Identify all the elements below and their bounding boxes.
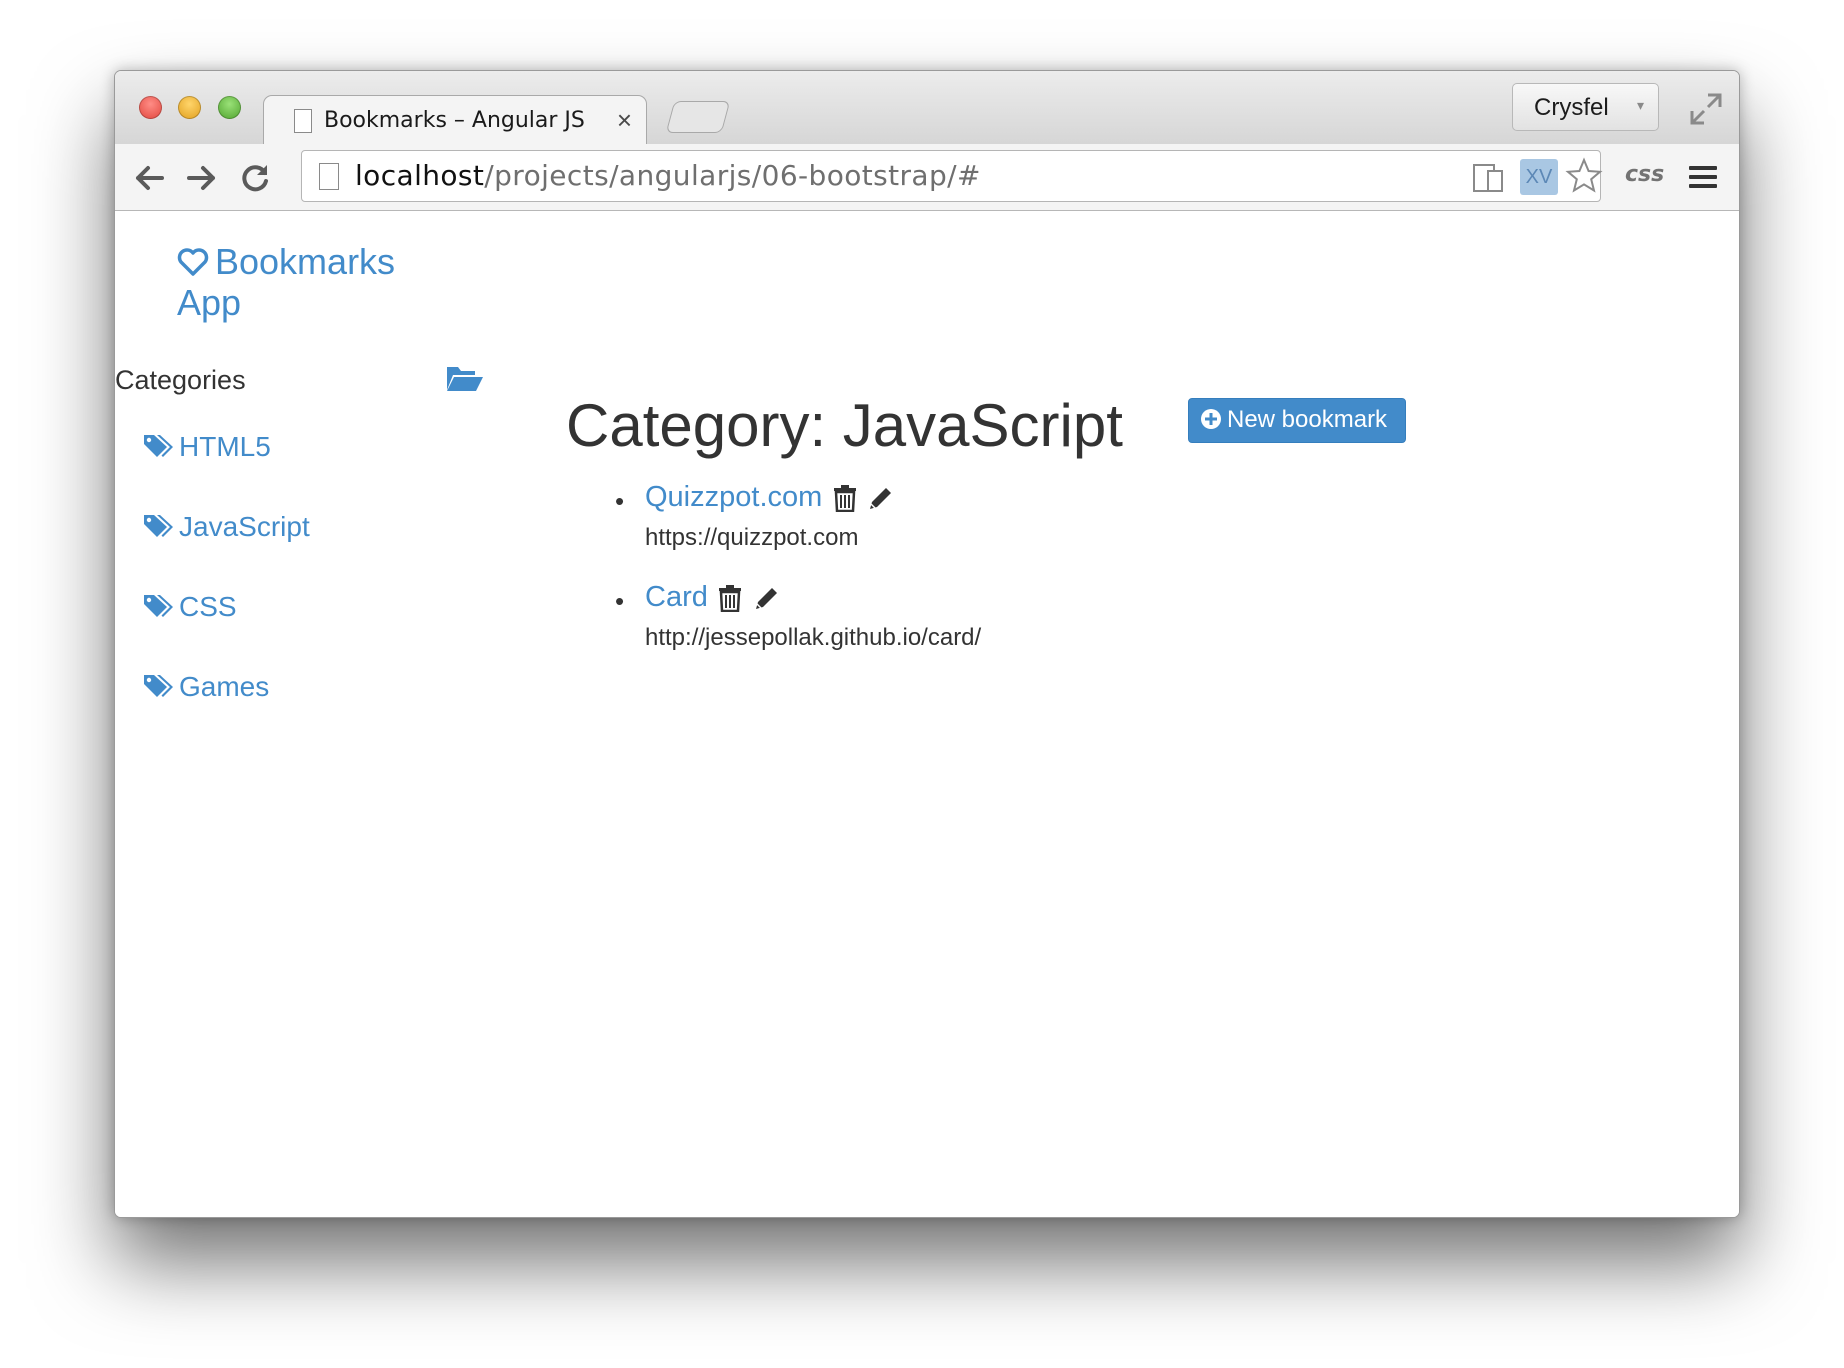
page-icon [294, 109, 312, 133]
categories-label: Categories [115, 365, 246, 395]
chevron-down-icon: ▾ [1636, 97, 1644, 113]
profile-button[interactable]: Crysfel ▾ [1512, 83, 1659, 131]
trash-icon[interactable] [833, 484, 857, 512]
fullscreen-icon[interactable] [1686, 89, 1726, 129]
bookmark-title-link[interactable]: Quizzpot.com [645, 481, 822, 513]
tab-strip: Bookmarks – Angular JS × Crysfel ▾ [115, 71, 1739, 147]
category-label: JavaScript [179, 511, 310, 542]
tag-icon [144, 515, 173, 537]
url-host: localhost [355, 159, 485, 192]
menu-icon[interactable] [1687, 161, 1719, 193]
new-bookmark-button[interactable]: New bookmark [1188, 398, 1406, 443]
bookmark-url: https://quizzpot.com [645, 524, 859, 551]
category-label: Games [179, 671, 270, 702]
pencil-icon[interactable] [867, 484, 893, 512]
profile-name: Crysfel [1534, 94, 1609, 121]
address-bar[interactable]: localhost/projects/angularjs/06-bootstra… [301, 150, 1603, 202]
new-tab-button[interactable] [665, 101, 731, 133]
browser-window: Bookmarks – Angular JS × Crysfel ▾ local… [114, 70, 1740, 1218]
page-icon [319, 163, 339, 190]
reload-icon[interactable] [238, 161, 272, 195]
xv-extension-button[interactable]: XV [1520, 159, 1558, 195]
tag-icon [144, 595, 173, 617]
trash-icon[interactable] [718, 584, 742, 612]
new-bookmark-label: New bookmark [1227, 406, 1388, 433]
category-item-javascript[interactable]: JavaScript [143, 511, 310, 591]
bookmark-url: http://jessepollak.github.io/card/ [645, 624, 982, 651]
list-bullet: • [615, 486, 625, 516]
tab-bookmarks[interactable]: Bookmarks – Angular JS × [263, 95, 647, 147]
window-minimize-button[interactable] [178, 96, 201, 119]
list-item: • Card http://jessepollak.github.io/card… [615, 581, 982, 681]
star-icon[interactable] [1565, 157, 1603, 195]
brand-line1: Bookmarks [215, 241, 396, 282]
brand-line2: App [177, 282, 242, 323]
page-content: Bookmarks App Categories HTML5 JavaScrip… [115, 211, 1739, 1217]
tab-title: Bookmarks – Angular JS [324, 108, 585, 133]
back-arrow-icon[interactable] [132, 161, 166, 195]
category-label: HTML5 [179, 431, 271, 462]
tag-icon [144, 675, 173, 697]
url-text[interactable]: localhost/projects/angularjs/06-bootstra… [355, 159, 981, 192]
tag-icon [144, 435, 173, 457]
category-item-html5[interactable]: HTML5 [143, 431, 310, 511]
plus-circle-icon [1201, 409, 1221, 429]
list-bullet: • [615, 586, 625, 616]
category-item-games[interactable]: Games [143, 671, 310, 751]
window-maximize-button[interactable] [218, 96, 241, 119]
category-list: HTML5 JavaScript CSS Games [143, 431, 310, 751]
category-item-css[interactable]: CSS [143, 591, 310, 671]
category-label: CSS [179, 591, 237, 622]
browser-toolbar: localhost/projects/angularjs/06-bootstra… [115, 144, 1739, 211]
tab-close-icon[interactable]: × [617, 105, 632, 136]
bookmark-list: • Quizzpot.com https://quizzpot.com • Ca… [615, 481, 982, 681]
css-extension-button[interactable]: css [1625, 162, 1664, 187]
window-close-button[interactable] [139, 96, 162, 119]
page-title: Category: JavaScript [566, 392, 1123, 459]
list-item: • Quizzpot.com https://quizzpot.com [615, 481, 981, 581]
heart-icon [177, 248, 209, 276]
forward-arrow-icon[interactable] [185, 161, 219, 195]
bookmark-title-link[interactable]: Card [645, 581, 708, 613]
devices-icon[interactable] [1472, 161, 1506, 193]
app-brand[interactable]: Bookmarks App [177, 241, 457, 323]
url-path: /projects/angularjs/06-bootstrap/# [484, 159, 981, 192]
folder-open-icon[interactable] [445, 363, 485, 393]
pencil-icon[interactable] [753, 584, 779, 612]
